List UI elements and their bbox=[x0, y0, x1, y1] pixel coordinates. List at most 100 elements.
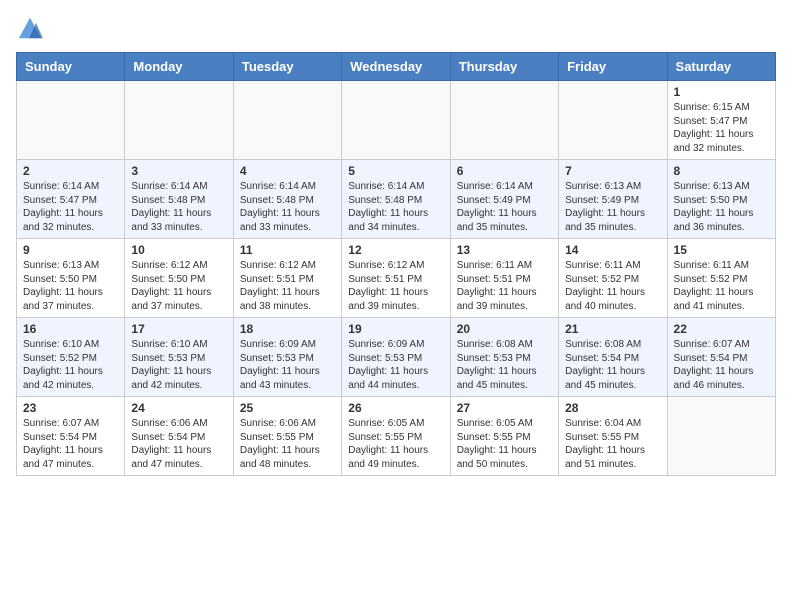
cell-daylight-info: Sunrise: 6:14 AM Sunset: 5:48 PM Dayligh… bbox=[131, 180, 226, 234]
cell-daylight-info: Sunrise: 6:13 AM Sunset: 5:50 PM Dayligh… bbox=[23, 259, 118, 313]
cell-daylight-info: Sunrise: 6:15 AM Sunset: 5:47 PM Dayligh… bbox=[674, 101, 769, 155]
calendar-cell: 24 Sunrise: 6:06 AM Sunset: 5:54 PM Dayli… bbox=[125, 397, 233, 476]
calendar-cell: 7 Sunrise: 6:13 AM Sunset: 5:49 PM Daylig… bbox=[559, 160, 667, 239]
day-number: 14 bbox=[565, 243, 660, 257]
generalblue-logo-icon bbox=[16, 16, 44, 40]
calendar-cell bbox=[125, 81, 233, 160]
cell-daylight-info: Sunrise: 6:06 AM Sunset: 5:54 PM Dayligh… bbox=[131, 417, 226, 471]
cell-daylight-info: Sunrise: 6:10 AM Sunset: 5:52 PM Dayligh… bbox=[23, 338, 118, 392]
day-number: 11 bbox=[240, 243, 335, 257]
cell-daylight-info: Sunrise: 6:06 AM Sunset: 5:55 PM Dayligh… bbox=[240, 417, 335, 471]
calendar-cell bbox=[233, 81, 341, 160]
day-number: 24 bbox=[131, 401, 226, 415]
calendar-week-row: 1 Sunrise: 6:15 AM Sunset: 5:47 PM Daylig… bbox=[17, 81, 776, 160]
calendar-cell bbox=[17, 81, 125, 160]
day-number: 18 bbox=[240, 322, 335, 336]
col-header-wednesday: Wednesday bbox=[342, 53, 450, 81]
cell-daylight-info: Sunrise: 6:05 AM Sunset: 5:55 PM Dayligh… bbox=[457, 417, 552, 471]
calendar-cell bbox=[450, 81, 558, 160]
day-number: 23 bbox=[23, 401, 118, 415]
calendar-cell: 6Sunrise: 6:14 AM Sunset: 5:49 PM Daylig… bbox=[450, 160, 558, 239]
calendar-week-row: 2 Sunrise: 6:14 AM Sunset: 5:47 PM Daylig… bbox=[17, 160, 776, 239]
calendar-cell: 18 Sunrise: 6:09 AM Sunset: 5:53 PM Dayli… bbox=[233, 318, 341, 397]
calendar-table: SundayMondayTuesdayWednesdayThursdayFrid… bbox=[16, 52, 776, 476]
col-header-sunday: Sunday bbox=[17, 53, 125, 81]
col-header-monday: Monday bbox=[125, 53, 233, 81]
calendar-cell: 22Sunrise: 6:07 AM Sunset: 5:54 PM Dayli… bbox=[667, 318, 775, 397]
calendar-cell: 17 Sunrise: 6:10 AM Sunset: 5:53 PM Dayli… bbox=[125, 318, 233, 397]
calendar-week-row: 9 Sunrise: 6:13 AM Sunset: 5:50 PM Daylig… bbox=[17, 239, 776, 318]
day-number: 25 bbox=[240, 401, 335, 415]
cell-daylight-info: Sunrise: 6:09 AM Sunset: 5:53 PM Dayligh… bbox=[240, 338, 335, 392]
calendar-cell: 27 Sunrise: 6:05 AM Sunset: 5:55 PM Dayli… bbox=[450, 397, 558, 476]
calendar-cell: 15 Sunrise: 6:11 AM Sunset: 5:52 PM Dayli… bbox=[667, 239, 775, 318]
cell-daylight-info: Sunrise: 6:12 AM Sunset: 5:51 PM Dayligh… bbox=[348, 259, 443, 313]
day-number: 5 bbox=[348, 164, 443, 178]
col-header-tuesday: Tuesday bbox=[233, 53, 341, 81]
calendar-cell bbox=[559, 81, 667, 160]
calendar-cell: 28 Sunrise: 6:04 AM Sunset: 5:55 PM Dayli… bbox=[559, 397, 667, 476]
calendar-cell: 5 Sunrise: 6:14 AM Sunset: 5:48 PM Daylig… bbox=[342, 160, 450, 239]
cell-daylight-info: Sunrise: 6:14 AM Sunset: 5:49 PM Dayligh… bbox=[457, 180, 552, 234]
day-number: 2 bbox=[23, 164, 118, 178]
col-header-thursday: Thursday bbox=[450, 53, 558, 81]
cell-daylight-info: Sunrise: 6:11 AM Sunset: 5:52 PM Dayligh… bbox=[674, 259, 769, 313]
calendar-cell: 2 Sunrise: 6:14 AM Sunset: 5:47 PM Daylig… bbox=[17, 160, 125, 239]
day-number: 3 bbox=[131, 164, 226, 178]
calendar-cell: 20Sunrise: 6:08 AM Sunset: 5:53 PM Dayli… bbox=[450, 318, 558, 397]
col-header-friday: Friday bbox=[559, 53, 667, 81]
day-number: 4 bbox=[240, 164, 335, 178]
calendar-cell: 11 Sunrise: 6:12 AM Sunset: 5:51 PM Dayli… bbox=[233, 239, 341, 318]
calendar-cell: 25 Sunrise: 6:06 AM Sunset: 5:55 PM Dayli… bbox=[233, 397, 341, 476]
cell-daylight-info: Sunrise: 6:14 AM Sunset: 5:48 PM Dayligh… bbox=[240, 180, 335, 234]
cell-daylight-info: Sunrise: 6:13 AM Sunset: 5:49 PM Dayligh… bbox=[565, 180, 660, 234]
calendar-cell: 16 Sunrise: 6:10 AM Sunset: 5:52 PM Dayli… bbox=[17, 318, 125, 397]
cell-daylight-info: Sunrise: 6:04 AM Sunset: 5:55 PM Dayligh… bbox=[565, 417, 660, 471]
cell-daylight-info: Sunrise: 6:11 AM Sunset: 5:52 PM Dayligh… bbox=[565, 259, 660, 313]
calendar-cell bbox=[667, 397, 775, 476]
cell-daylight-info: Sunrise: 6:05 AM Sunset: 5:55 PM Dayligh… bbox=[348, 417, 443, 471]
calendar-week-row: 16 Sunrise: 6:10 AM Sunset: 5:52 PM Dayli… bbox=[17, 318, 776, 397]
calendar-cell: 10 Sunrise: 6:12 AM Sunset: 5:50 PM Dayli… bbox=[125, 239, 233, 318]
day-number: 20 bbox=[457, 322, 552, 336]
day-number: 16 bbox=[23, 322, 118, 336]
day-number: 19 bbox=[348, 322, 443, 336]
calendar-cell: 4 Sunrise: 6:14 AM Sunset: 5:48 PM Daylig… bbox=[233, 160, 341, 239]
day-number: 27 bbox=[457, 401, 552, 415]
cell-daylight-info: Sunrise: 6:09 AM Sunset: 5:53 PM Dayligh… bbox=[348, 338, 443, 392]
day-number: 17 bbox=[131, 322, 226, 336]
calendar-cell: 13Sunrise: 6:11 AM Sunset: 5:51 PM Dayli… bbox=[450, 239, 558, 318]
header bbox=[16, 16, 776, 40]
day-number: 12 bbox=[348, 243, 443, 257]
calendar-cell: 21Sunrise: 6:08 AM Sunset: 5:54 PM Dayli… bbox=[559, 318, 667, 397]
calendar-cell: 9 Sunrise: 6:13 AM Sunset: 5:50 PM Daylig… bbox=[17, 239, 125, 318]
cell-daylight-info: Sunrise: 6:14 AM Sunset: 5:48 PM Dayligh… bbox=[348, 180, 443, 234]
cell-daylight-info: Sunrise: 6:12 AM Sunset: 5:50 PM Dayligh… bbox=[131, 259, 226, 313]
day-number: 9 bbox=[23, 243, 118, 257]
day-number: 7 bbox=[565, 164, 660, 178]
day-number: 10 bbox=[131, 243, 226, 257]
day-number: 8 bbox=[674, 164, 769, 178]
logo bbox=[16, 16, 48, 40]
cell-daylight-info: Sunrise: 6:13 AM Sunset: 5:50 PM Dayligh… bbox=[674, 180, 769, 234]
calendar-cell: 26 Sunrise: 6:05 AM Sunset: 5:55 PM Dayli… bbox=[342, 397, 450, 476]
day-number: 15 bbox=[674, 243, 769, 257]
cell-daylight-info: Sunrise: 6:11 AM Sunset: 5:51 PM Dayligh… bbox=[457, 259, 552, 313]
cell-daylight-info: Sunrise: 6:14 AM Sunset: 5:47 PM Dayligh… bbox=[23, 180, 118, 234]
cell-daylight-info: Sunrise: 6:10 AM Sunset: 5:53 PM Dayligh… bbox=[131, 338, 226, 392]
cell-daylight-info: Sunrise: 6:12 AM Sunset: 5:51 PM Dayligh… bbox=[240, 259, 335, 313]
col-header-saturday: Saturday bbox=[667, 53, 775, 81]
calendar-cell bbox=[342, 81, 450, 160]
calendar-header-row: SundayMondayTuesdayWednesdayThursdayFrid… bbox=[17, 53, 776, 81]
day-number: 28 bbox=[565, 401, 660, 415]
cell-daylight-info: Sunrise: 6:07 AM Sunset: 5:54 PM Dayligh… bbox=[674, 338, 769, 392]
calendar-cell: 1 Sunrise: 6:15 AM Sunset: 5:47 PM Daylig… bbox=[667, 81, 775, 160]
cell-daylight-info: Sunrise: 6:08 AM Sunset: 5:54 PM Dayligh… bbox=[565, 338, 660, 392]
calendar-cell: 3 Sunrise: 6:14 AM Sunset: 5:48 PM Daylig… bbox=[125, 160, 233, 239]
calendar-cell: 14 Sunrise: 6:11 AM Sunset: 5:52 PM Dayli… bbox=[559, 239, 667, 318]
day-number: 1 bbox=[674, 85, 769, 99]
calendar-week-row: 23 Sunrise: 6:07 AM Sunset: 5:54 PM Dayli… bbox=[17, 397, 776, 476]
cell-daylight-info: Sunrise: 6:07 AM Sunset: 5:54 PM Dayligh… bbox=[23, 417, 118, 471]
day-number: 26 bbox=[348, 401, 443, 415]
calendar-cell: 8 Sunrise: 6:13 AM Sunset: 5:50 PM Daylig… bbox=[667, 160, 775, 239]
